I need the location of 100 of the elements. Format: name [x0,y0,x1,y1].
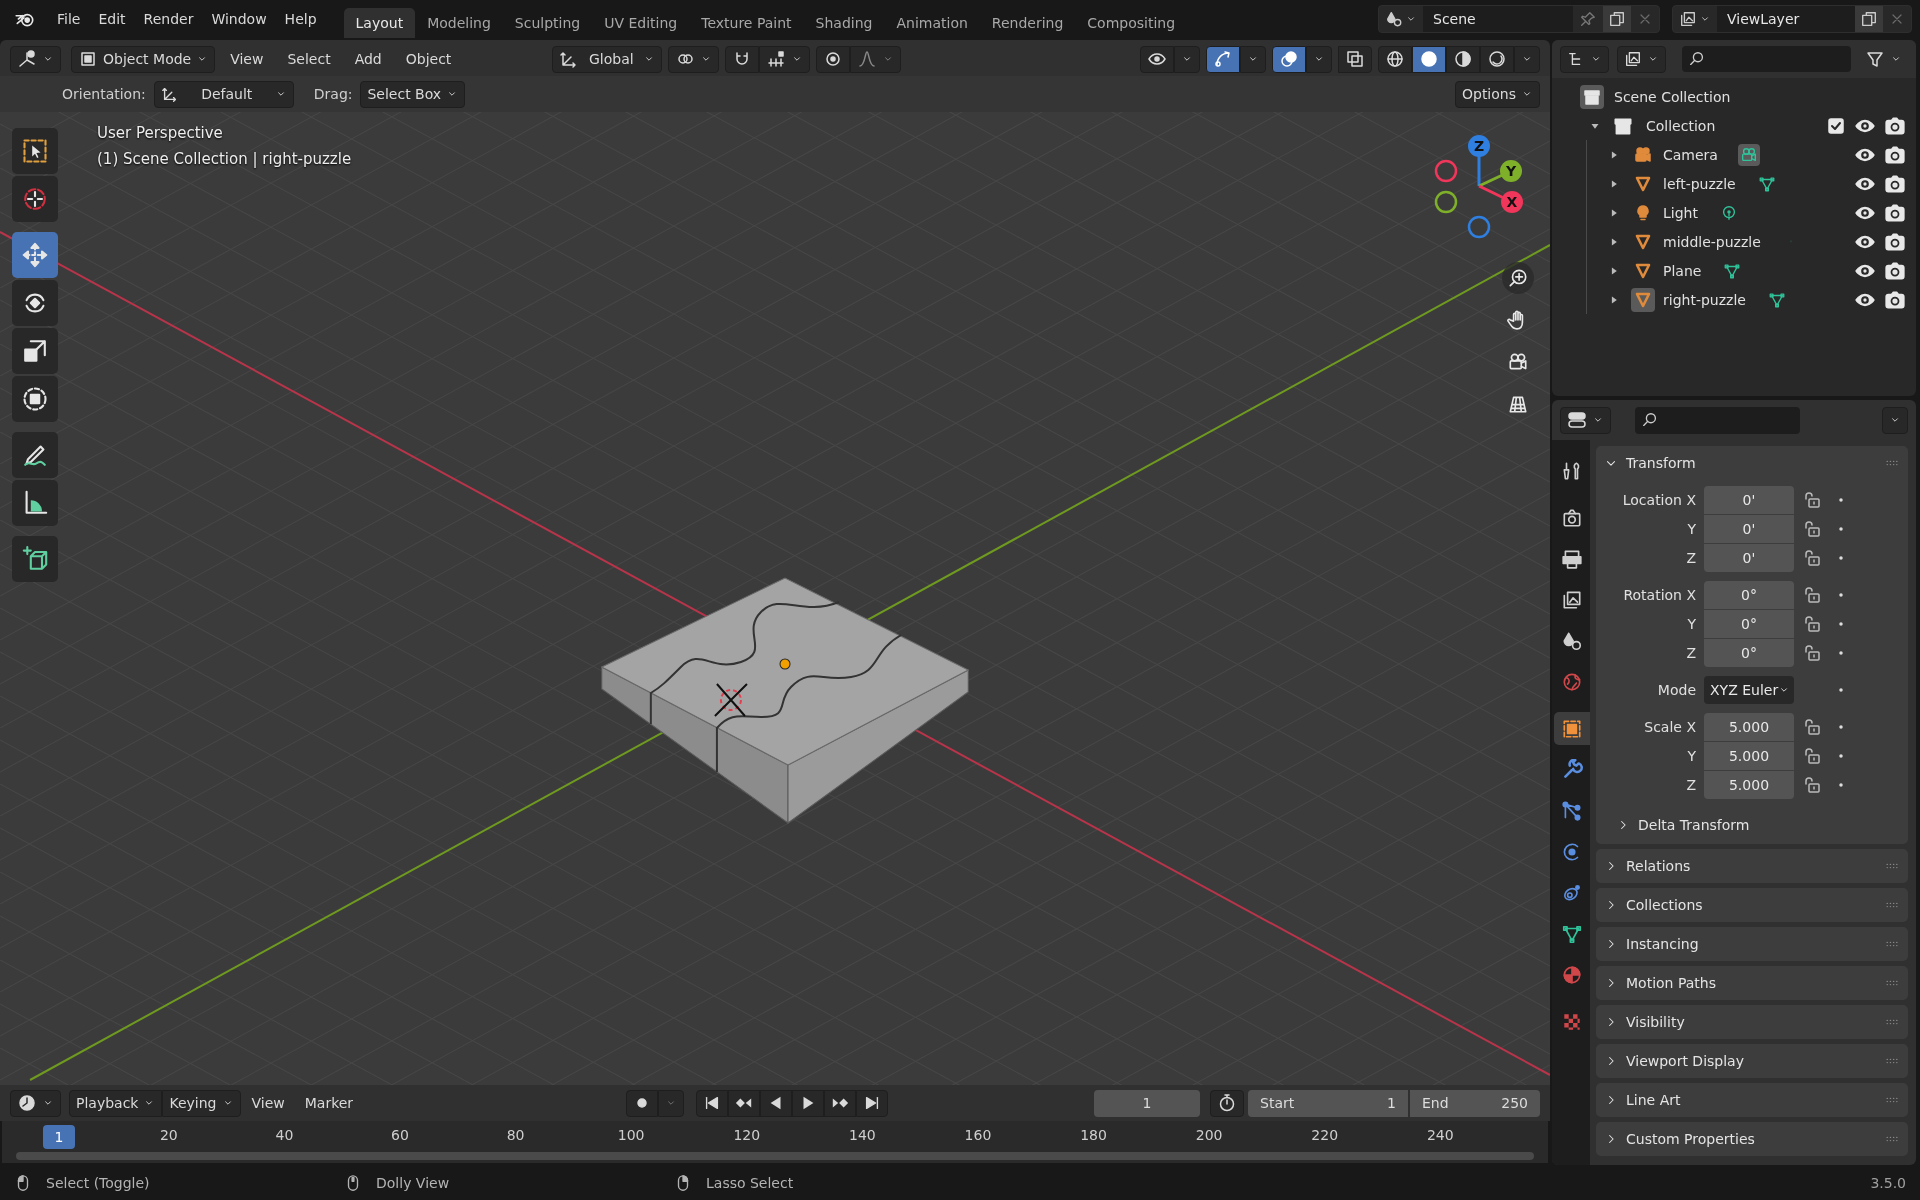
filter-dropdown[interactable] [1617,45,1666,73]
tool-button[interactable] [12,280,58,326]
panel-header[interactable]: Custom Properties [1596,1122,1908,1156]
overlay-toggle[interactable] [1272,45,1306,73]
proportional-edit-toggle[interactable] [816,45,851,73]
number-field[interactable]: 5.000 [1704,742,1794,770]
start-frame-field[interactable]: Start 1 [1248,1089,1408,1117]
unlocked-padlock-icon[interactable] [1802,717,1822,737]
preview-range-toggle[interactable] [1210,1089,1244,1117]
axis-ball[interactable] [1501,191,1523,213]
menu-item[interactable]: Help [275,6,326,32]
editor-type-button[interactable] [10,1089,61,1117]
workspace-tab[interactable]: Layout [343,8,416,38]
playback-button[interactable] [856,1089,889,1117]
number-field[interactable]: 5.000 [1704,771,1794,799]
menu-item[interactable]: View [221,46,273,72]
camera-icon[interactable] [1884,288,1906,311]
panel-header[interactable]: Transform [1596,446,1908,480]
properties-tab[interactable] [1554,712,1590,745]
panel-header[interactable]: Visibility [1596,1005,1908,1039]
tool-button[interactable] [12,176,58,222]
unlocked-padlock-icon[interactable] [1802,585,1822,605]
camera-icon[interactable] [1884,230,1906,253]
camera-icon[interactable] [1884,259,1906,282]
playhead[interactable]: 1 [43,1125,75,1149]
copy-button[interactable] [1855,6,1883,32]
copy-button[interactable] [1603,6,1631,32]
visibility-toggle[interactable] [1140,45,1174,73]
camera-icon[interactable] [1884,172,1906,195]
search-field[interactable] [1635,406,1800,434]
tool-button[interactable] [12,480,58,526]
unlocked-padlock-icon[interactable] [1802,519,1822,539]
menu-item[interactable]: Add [345,46,391,72]
panel-header[interactable]: Motion Paths [1596,966,1908,1000]
negative-axis-ball[interactable] [1434,159,1458,183]
collection-name[interactable]: Collection [1646,117,1716,134]
panel-header[interactable]: Line Art [1596,1083,1908,1117]
unlocked-padlock-icon[interactable] [1802,746,1822,766]
panel-header[interactable]: Relations [1596,849,1908,883]
mode-dropdown[interactable]: Object Mode [71,45,216,73]
options-dropdown[interactable]: Options [1454,80,1540,108]
panel-header[interactable]: Collections [1596,888,1908,922]
camera-icon[interactable] [1884,114,1906,137]
object-name[interactable]: middle-puzzle [1663,233,1761,250]
tool-button[interactable] [12,536,58,582]
menu-item[interactable]: View [242,1090,294,1116]
falloff-dropdown[interactable] [850,45,902,73]
view-layer-name-field[interactable]: ViewLayer [1717,6,1855,32]
gizmo-toggle[interactable] [1206,45,1240,73]
number-field[interactable]: 0' [1704,544,1794,572]
menu-item[interactable]: Marker [295,1090,363,1116]
panel-header[interactable]: Viewport Display [1596,1044,1908,1078]
unlocked-padlock-icon[interactable] [1802,548,1822,568]
workspace-tab[interactable]: UV Editing [592,8,690,38]
object-name[interactable]: left-puzzle [1663,175,1736,192]
menu-item[interactable]: Object [396,46,461,72]
number-field[interactable]: 0' [1704,515,1794,543]
menu-item[interactable]: Edit [89,6,135,32]
pivot-dropdown[interactable] [668,45,720,73]
number-field[interactable]: 5.000 [1704,713,1794,741]
panel-header[interactable]: Instancing [1596,927,1908,961]
unlocked-padlock-icon[interactable] [1802,775,1822,795]
negative-axis-ball[interactable] [1434,190,1458,214]
object-name[interactable]: Light [1663,204,1698,221]
end-frame-field[interactable]: End 250 [1410,1089,1540,1117]
collection-name[interactable]: Scene Collection [1614,88,1731,105]
menu-item[interactable]: Render [134,6,203,32]
workspace-tab[interactable]: Shading [803,8,885,38]
mode-dropdown[interactable]: XYZ Euler [1704,676,1794,704]
unlocked-padlock-icon[interactable] [1802,643,1822,663]
tool-button[interactable] [12,328,58,374]
number-field[interactable]: 0° [1704,639,1794,667]
zoom-button[interactable] [1502,262,1534,294]
camera-icon[interactable] [1884,201,1906,224]
subpanel-header[interactable]: Delta Transform [1596,808,1908,842]
search-field[interactable] [1682,46,1851,72]
scene-name-field[interactable]: Scene [1423,6,1573,32]
orientation-dropdown[interactable]: Global [552,45,663,73]
menu-dropdown[interactable]: Keying [162,1089,241,1117]
shading-mode-button[interactable] [1480,45,1514,73]
shading-mode-button[interactable] [1446,45,1480,73]
current-frame-field[interactable]: 1 [1094,1089,1200,1117]
axis-ball[interactable] [1468,135,1490,157]
drag-dropdown[interactable]: Select Box [360,80,466,108]
editor-type-button[interactable] [1560,406,1611,434]
object-name[interactable]: Plane [1663,262,1702,279]
menu-item[interactable]: Window [202,6,276,32]
auto-keying-toggle[interactable] [626,1089,659,1117]
object-name[interactable]: Camera [1663,146,1718,163]
tool-button[interactable] [12,432,58,478]
playback-button[interactable] [760,1089,793,1117]
axis-ball[interactable] [1500,160,1522,182]
playback-button[interactable] [696,1089,729,1117]
number-field[interactable]: 0° [1704,610,1794,638]
display-mode-dropdown[interactable] [1560,45,1609,73]
number-field[interactable]: 0' [1704,486,1794,514]
movie-camera-icon[interactable] [1737,143,1760,166]
scrollbar[interactable] [16,1152,1534,1160]
playback-button[interactable] [792,1089,825,1117]
pin-icon[interactable] [1579,10,1597,28]
